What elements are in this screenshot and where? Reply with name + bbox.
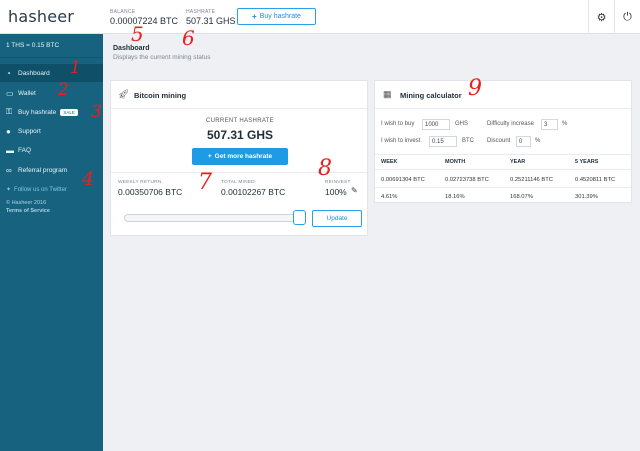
page-subtitle: Displays the current mining status: [113, 54, 211, 61]
update-button[interactable]: Update: [312, 210, 362, 227]
discount-input[interactable]: 0: [516, 136, 531, 147]
bitcoin-mining-card: 🚀︎ Bitcoin mining CURRENT HASHRATE 507.3…: [110, 80, 368, 236]
balance-label: BALANCE: [110, 9, 136, 15]
calculator-icon: ▦: [383, 89, 392, 99]
buy-amount-label: I wish to buy: [381, 121, 415, 127]
balance-value: 0.00007224 BTC: [110, 16, 179, 26]
table-cell: 4.61%: [381, 194, 398, 200]
hashrate-label: HASHRATE: [186, 9, 216, 15]
difficulty-unit: %: [562, 121, 568, 127]
column-header: 5 YEARS: [575, 159, 599, 165]
sidebar-item-dashboard[interactable]: ◔ Dashboard: [0, 64, 103, 82]
table-cell: 0.4520811 BTC: [575, 177, 616, 183]
buy-amount-input[interactable]: 1000: [422, 119, 450, 130]
table-cell: 0.02723738 BTC: [445, 177, 489, 183]
sidebar-item-label: Dashboard: [18, 69, 50, 77]
exchange-rate: 1 THS = 0.15 BTC: [6, 42, 60, 49]
get-more-hashrate-button[interactable]: + Get more hashrate: [192, 148, 288, 165]
link-icon: ∞: [6, 165, 12, 175]
card-title: Bitcoin mining: [134, 91, 187, 100]
reinvest-slider-track[interactable]: [124, 214, 300, 222]
terms-link[interactable]: Terms of Service: [6, 208, 50, 214]
logout-button[interactable]: ⏻: [614, 0, 640, 34]
sidebar-item-label: Referral program: [18, 166, 68, 174]
reinvest-value: 100%: [325, 187, 347, 197]
gear-icon: ⚙: [596, 11, 607, 24]
sidebar-item-faq[interactable]: ▬ FAQ: [0, 141, 103, 159]
current-hashrate-label: CURRENT HASHRATE: [206, 118, 274, 124]
logo[interactable]: hasheer: [8, 7, 74, 26]
wallet-icon: ▭: [6, 88, 14, 98]
table-cell: 0.25211146 BTC: [510, 177, 553, 183]
discount-label: Discount: [487, 138, 511, 144]
weekly-return-label: WEEKLY RETURN: [118, 180, 162, 185]
sidebar-item-wallet[interactable]: ▭ Wallet: [0, 84, 103, 102]
plus-icon: +: [252, 12, 257, 21]
user-icon: ●: [6, 126, 11, 136]
sidebar-item-label: FAQ: [18, 146, 32, 154]
buy-hashrate-button[interactable]: + Buy hashrate: [237, 8, 316, 25]
power-icon: ⏻: [623, 10, 632, 23]
current-hashrate-value: 507.31 GHS: [206, 128, 274, 142]
settings-button[interactable]: ⚙: [588, 0, 614, 34]
sidebar-item-label: Support: [18, 127, 41, 135]
sidebar: 1 THS = 0.15 BTC ◔ Dashboard ▭ Wallet ⚿ …: [0, 34, 103, 451]
plus-icon: +: [207, 153, 212, 160]
copyright: © Hasheer 2016: [6, 200, 47, 206]
twitter-label: Follow us on Twitter: [14, 186, 67, 193]
divider: [375, 108, 631, 109]
divider: [111, 108, 367, 109]
chat-icon: ▬: [6, 145, 14, 155]
divider: [111, 172, 367, 173]
table-cell: 0.00691304 BTC: [381, 177, 425, 183]
divider: [0, 57, 103, 58]
sidebar-item-referral[interactable]: ∞ Referral program: [0, 161, 103, 179]
hashrate-value: 507.31 GHS: [186, 16, 236, 26]
weekly-return-value: 0.00350706 BTC: [118, 187, 183, 197]
column-header: MONTH: [445, 159, 466, 165]
total-mined-value: 0.00102267 BTC: [221, 187, 286, 197]
sidebar-item-label: Wallet: [18, 89, 36, 97]
sidebar-item-support[interactable]: ● Support: [0, 122, 103, 140]
divider: [375, 169, 631, 170]
card-title: Mining calculator: [400, 91, 462, 100]
table-cell: 301.39%: [575, 194, 598, 200]
page-title: Dashboard: [113, 45, 150, 52]
sale-badge: SALE: [60, 108, 78, 116]
difficulty-input[interactable]: 3: [541, 119, 558, 130]
total-mined-label: TOTAL MINED: [221, 180, 255, 185]
rocket-icon: 🚀︎: [118, 89, 130, 99]
discount-unit: %: [535, 138, 541, 144]
table-cell: 18.16%: [445, 194, 465, 200]
column-header: YEAR: [510, 159, 526, 165]
cart-icon: ⚿: [6, 107, 13, 116]
divider: [375, 187, 631, 188]
divider: [375, 154, 631, 155]
reinvest-slider-handle[interactable]: [293, 210, 306, 225]
twitter-icon: ✦: [6, 187, 12, 193]
buy-hashrate-label: Buy hashrate: [259, 13, 301, 20]
invest-input[interactable]: 0.15: [429, 136, 457, 147]
table-cell: 168.07%: [510, 194, 533, 200]
difficulty-label: Difficulty increase: [487, 121, 534, 127]
sidebar-item-label: Buy hashrate: [18, 108, 57, 116]
edit-icon[interactable]: ✎: [351, 186, 358, 195]
mining-calculator-card: ▦ Mining calculator I wish to buy 1000 G…: [374, 80, 632, 203]
top-bar: hasheer BALANCE 0.00007224 BTC HASHRATE …: [0, 0, 640, 34]
dashboard-icon: ◔: [6, 68, 11, 78]
invest-label: I wish to invest: [381, 138, 421, 144]
twitter-link[interactable]: ✦ Follow us on Twitter: [6, 186, 67, 194]
buy-unit: GHS: [455, 121, 469, 127]
invest-unit: BTC: [462, 138, 474, 144]
column-header: WEEK: [381, 159, 398, 165]
sidebar-item-buy-hashrate[interactable]: ⚿ Buy hashrate SALE: [0, 103, 103, 121]
get-more-label: Get more hashrate: [214, 153, 273, 160]
reinvest-label: REINVEST: [325, 180, 351, 185]
